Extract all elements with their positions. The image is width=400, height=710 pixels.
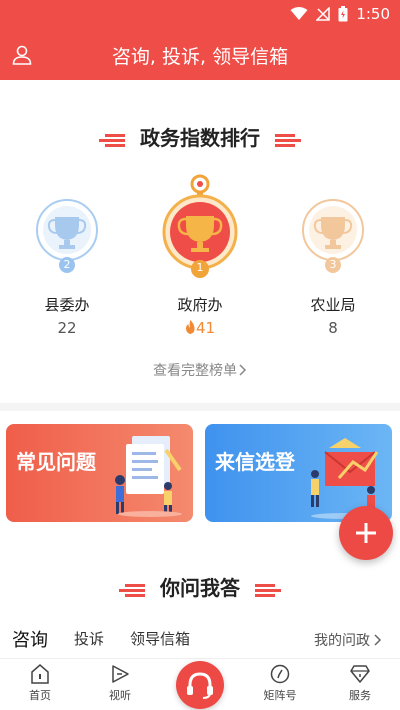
fire-icon	[185, 320, 195, 334]
nav-media[interactable]: 视听	[90, 663, 150, 703]
status-bar: 1:50	[0, 0, 400, 30]
qa-title-decoration-right-icon	[254, 583, 281, 597]
nav-matrix[interactable]: 矩阵号	[250, 663, 310, 703]
ranking-item-second[interactable]: 2 县委办 22	[12, 195, 122, 345]
rank-score-second: 22	[57, 319, 77, 337]
headset-icon	[187, 672, 213, 699]
ranking-section-title: 政务指数排行	[0, 122, 400, 151]
wifi-icon	[290, 7, 308, 20]
faq-illustration-icon	[115, 436, 182, 517]
home-icon	[31, 664, 49, 684]
ranking-item-third[interactable]: 3 农业局 8	[278, 195, 388, 345]
faq-card[interactable]: 常见问题	[6, 424, 193, 522]
ranking-title-text: 政务指数排行	[140, 126, 260, 150]
faq-card-label: 常见问题	[16, 450, 96, 474]
tab-leader-mailbox[interactable]: 领导信箱	[130, 628, 190, 649]
nav-home[interactable]: 首页	[10, 663, 70, 703]
status-time: 1:50	[356, 5, 390, 23]
plus-icon	[356, 523, 376, 543]
no-signal-icon	[316, 7, 331, 21]
page-title: 咨询, 投诉, 领导信箱	[111, 46, 289, 68]
nav-center-button[interactable]	[176, 661, 224, 709]
status-icons: 1:50	[290, 5, 390, 23]
view-full-ranking-link[interactable]: 查看完整榜单	[0, 360, 400, 380]
tab-complaint[interactable]: 投诉	[74, 628, 104, 649]
qa-title-text: 你问我答	[160, 576, 240, 600]
bottom-nav: 首页 视听 矩阵号 服务	[0, 658, 400, 710]
my-questions-link[interactable]: 我的问政	[314, 630, 382, 650]
ranking-item-first[interactable]: 1 政府办 41	[145, 172, 255, 347]
nav-service[interactable]: 服务	[330, 663, 390, 703]
qa-title-decoration-left-icon	[119, 583, 146, 597]
chevron-right-icon	[374, 634, 382, 646]
qa-section-title: 你问我答	[0, 572, 400, 601]
rank-name-first: 政府办	[177, 296, 223, 314]
rank-name-second: 县委办	[44, 296, 90, 314]
nav-home-label: 首页	[29, 689, 51, 702]
nav-service-label: 服务	[349, 689, 371, 702]
letters-card-label: 来信选登	[215, 450, 295, 474]
rank-score-third: 8	[328, 319, 338, 337]
nav-media-label: 视听	[109, 689, 131, 702]
compass-icon	[270, 664, 290, 684]
title-decoration-right-icon	[274, 133, 301, 147]
qa-tabs: 咨询 投诉 领导信箱 我的问政	[0, 624, 400, 658]
rank-badge-first: 1	[196, 261, 204, 274]
header: 咨询, 投诉, 领导信箱	[0, 30, 400, 80]
rank-name-third: 农业局	[310, 296, 356, 314]
chevron-right-icon	[239, 364, 247, 376]
tab-consult[interactable]: 咨询	[12, 626, 48, 652]
rank-score-first: 41	[145, 319, 255, 337]
rank-score-first-value: 41	[195, 319, 216, 337]
title-decoration-left-icon	[99, 133, 126, 147]
rank-badge-third: 3	[329, 258, 337, 271]
nav-matrix-label: 矩阵号	[263, 689, 297, 702]
battery-icon	[338, 6, 348, 22]
view-full-ranking-label: 查看完整榜单	[153, 363, 237, 379]
section-divider	[0, 403, 400, 411]
add-button[interactable]	[339, 506, 393, 560]
play-icon	[112, 665, 129, 683]
my-questions-label: 我的问政	[314, 633, 370, 649]
rank-badge-second: 2	[63, 258, 71, 271]
diamond-icon	[350, 665, 370, 683]
